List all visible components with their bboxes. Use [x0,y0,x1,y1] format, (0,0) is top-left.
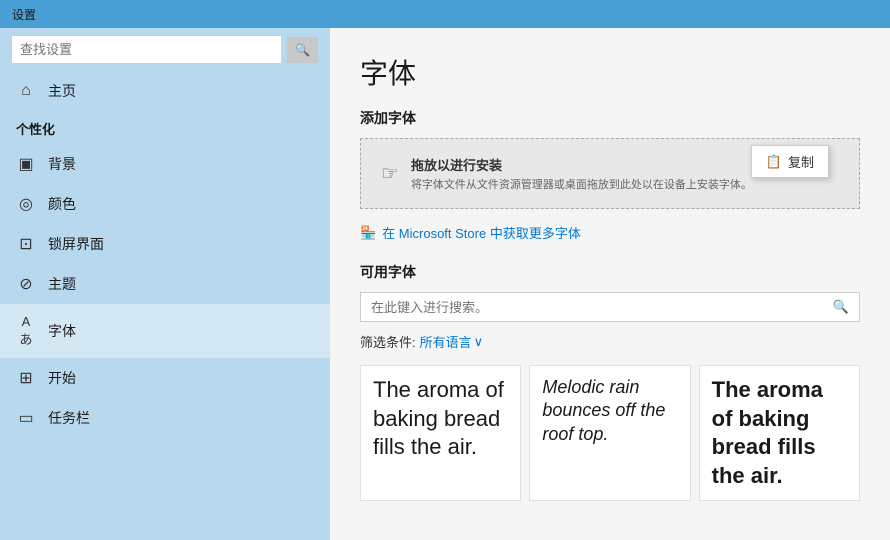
sidebar-item-color[interactable]: ◎ 颜色 [0,184,330,224]
available-fonts-section-title: 可用字体 [360,262,860,282]
sidebar-item-lockscreen[interactable]: ⊡ 锁屏界面 [0,224,330,264]
font-preview-text-2: Melodic rain bounces off the roof top. [542,376,677,446]
font-preview-row: The aroma of baking bread fills the air.… [360,365,860,501]
theme-icon: ⊘ [16,274,36,294]
drop-zone[interactable]: ☞ 拖放以进行安装 将字体文件从文件资源管理器或桌面拖放到此处以在设备上安装字体… [360,138,860,209]
sidebar: 🔍 ⌂ 主页 个性化 ▣ 背景 ◎ 颜色 ⊡ 锁屏界面 ⊘ 主题 [0,28,330,540]
content-area: 字体 添加字体 ☞ 拖放以进行安装 将字体文件从文件资源管理器或桌面拖放到此处以… [330,28,890,540]
fonts-search-icon: 🔍 [833,299,849,315]
font-card-3[interactable]: The aroma of baking bread fills the air. [699,365,860,501]
drop-zone-description: 将字体文件从文件资源管理器或桌面拖放到此处以在设备上安装字体。 [411,176,839,192]
add-fonts-section-title: 添加字体 [360,108,860,128]
drag-cursor-icon: ☞ [381,161,399,186]
sidebar-item-theme-label: 主题 [48,274,76,294]
main-layout: 🔍 ⌂ 主页 个性化 ▣ 背景 ◎ 颜色 ⊡ 锁屏界面 ⊘ 主题 [0,28,890,540]
context-menu: 📋 复制 [751,145,829,178]
font-preview-text-1: The aroma of baking bread fills the air. [373,376,508,462]
color-icon: ◎ [16,194,36,214]
start-icon: ⊞ [16,368,36,388]
filter-value-link[interactable]: 所有语言 ∨ [420,332,484,351]
copy-icon: 📋 [766,154,782,170]
sidebar-item-home-label: 主页 [48,81,76,101]
title-bar: 设置 [0,0,890,28]
filter-label: 筛选条件: [360,332,416,351]
sidebar-item-home[interactable]: ⌂ 主页 [0,71,330,111]
fonts-search-box: 🔍 [360,292,860,322]
store-link[interactable]: 🏪 在 Microsoft Store 中获取更多字体 [360,223,860,242]
sidebar-section-label: 个性化 [0,111,330,144]
home-icon: ⌂ [16,82,36,100]
sidebar-item-color-label: 颜色 [48,194,76,214]
sidebar-item-taskbar[interactable]: ▭ 任务栏 [0,398,330,438]
sidebar-item-fonts[interactable]: Aあ 字体 [0,304,330,358]
store-icon: 🏪 [360,225,376,241]
sidebar-search-button[interactable]: 🔍 [287,37,318,63]
filter-chevron-icon: ∨ [474,334,484,350]
sidebar-item-background[interactable]: ▣ 背景 [0,144,330,184]
filter-value-text: 所有语言 [420,332,472,351]
sidebar-item-lockscreen-label: 锁屏界面 [48,234,104,254]
context-menu-copy-label[interactable]: 复制 [788,152,814,171]
sidebar-item-taskbar-label: 任务栏 [48,408,90,428]
sidebar-item-theme[interactable]: ⊘ 主题 [0,264,330,304]
sidebar-item-fonts-label: 字体 [48,321,76,341]
sidebar-item-background-label: 背景 [48,154,76,174]
filter-row: 筛选条件: 所有语言 ∨ [360,332,860,351]
page-title: 字体 [360,52,860,92]
font-preview-text-3: The aroma of baking bread fills the air. [712,376,847,490]
store-link-label: 在 Microsoft Store 中获取更多字体 [382,223,581,242]
sidebar-item-start[interactable]: ⊞ 开始 [0,358,330,398]
background-icon: ▣ [16,154,36,174]
fonts-search-input[interactable] [371,300,833,315]
sidebar-search-input[interactable] [12,36,281,63]
sidebar-item-start-label: 开始 [48,368,76,388]
taskbar-icon: ▭ [16,408,36,428]
sidebar-search-container: 🔍 [0,28,330,71]
font-card-2[interactable]: Melodic rain bounces off the roof top. [529,365,690,501]
font-card-1[interactable]: The aroma of baking bread fills the air. [360,365,521,501]
fonts-icon: Aあ [16,314,36,348]
title-bar-label: 设置 [12,6,36,23]
lockscreen-icon: ⊡ [16,234,36,254]
